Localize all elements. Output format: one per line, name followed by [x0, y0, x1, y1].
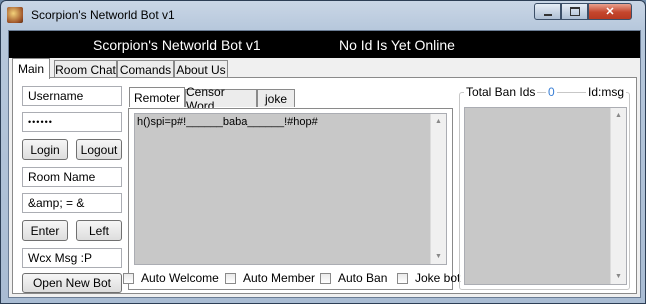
- ban-count: 0: [546, 85, 557, 99]
- ban-ids-label: Total Ban Ids: [464, 85, 538, 99]
- close-button[interactable]: ✕: [588, 3, 632, 20]
- tab-censor-word[interactable]: Censor Word: [185, 85, 257, 113]
- joke-bot-checkbox[interactable]: Joke bot: [397, 271, 460, 285]
- room-code-input[interactable]: &amp; = &: [22, 193, 122, 213]
- ban-ids-list[interactable]: ▲ ▼: [464, 107, 627, 285]
- login-button[interactable]: Login: [22, 139, 68, 160]
- scroll-up-icon[interactable]: ▲: [431, 114, 446, 129]
- window-title: Scorpion's Networld Bot v1: [31, 8, 175, 22]
- enter-button[interactable]: Enter: [22, 220, 68, 241]
- tab-joke[interactable]: joke: [257, 89, 295, 107]
- left-button[interactable]: Left: [76, 220, 122, 241]
- maximize-button[interactable]: [561, 3, 588, 20]
- checkbox-label: Auto Welcome: [141, 271, 219, 285]
- checkbox-label: Auto Ban: [338, 271, 388, 285]
- auto-welcome-checkbox[interactable]: Auto Welcome: [123, 271, 219, 285]
- remoter-textarea[interactable]: h()spi=p#!______baba______!#hop# ▲ ▼: [134, 113, 447, 265]
- checkbox-box[interactable]: [123, 272, 134, 284]
- id-msg-label: Id:msg: [586, 85, 627, 99]
- scorpion-app-icon: [7, 7, 23, 23]
- remoter-scrollbar[interactable]: ▲ ▼: [430, 114, 446, 264]
- checkbox-box[interactable]: [225, 272, 236, 284]
- maximize-icon: [569, 7, 580, 16]
- scroll-up-icon[interactable]: ▲: [611, 108, 626, 123]
- title-bar[interactable]: Scorpion's Networld Bot v1 ✕: [1, 1, 645, 29]
- tab-remoter[interactable]: Remoter: [129, 87, 185, 107]
- ban-ids-group: Total Ban Ids 0 Id:msg ▲ ▼: [459, 85, 630, 290]
- checkbox-box[interactable]: [320, 272, 331, 284]
- auto-ban-checkbox[interactable]: Auto Ban: [320, 271, 387, 285]
- client-area: Scorpion's Networld Bot v1 No Id Is Yet …: [8, 30, 641, 298]
- open-new-bot-button[interactable]: Open New Bot: [22, 273, 122, 293]
- tab-main[interactable]: Main: [12, 58, 50, 79]
- checkbox-box[interactable]: [397, 272, 408, 284]
- room-name-input[interactable]: Room Name: [22, 167, 122, 187]
- logout-button[interactable]: Logout: [76, 139, 122, 160]
- password-input[interactable]: ••••••: [22, 112, 122, 132]
- minimize-icon: [543, 13, 552, 16]
- minimize-button[interactable]: [534, 3, 561, 20]
- remoter-text: h()spi=p#!______baba______!#hop#: [137, 116, 318, 128]
- banner-title: Scorpion's Networld Bot v1: [93, 37, 261, 53]
- scroll-down-icon[interactable]: ▼: [611, 269, 626, 284]
- scroll-down-icon[interactable]: ▼: [431, 249, 446, 264]
- banner: Scorpion's Networld Bot v1 No Id Is Yet …: [9, 31, 640, 58]
- remoter-panel: h()spi=p#!______baba______!#hop# ▲ ▼: [128, 108, 453, 290]
- auto-member-checkbox[interactable]: Auto Member: [225, 271, 315, 285]
- checkbox-label: Joke bot: [415, 271, 461, 285]
- username-input[interactable]: Username: [22, 86, 122, 106]
- ban-list-scrollbar[interactable]: ▲ ▼: [610, 108, 626, 284]
- app-window: Scorpion's Networld Bot v1 ✕ Scorpion's …: [0, 0, 646, 304]
- welcome-msg-input[interactable]: Wcx Msg :P: [22, 248, 122, 268]
- online-status: No Id Is Yet Online: [339, 37, 455, 53]
- close-icon: ✕: [605, 6, 615, 18]
- checkbox-label: Auto Member: [243, 271, 316, 285]
